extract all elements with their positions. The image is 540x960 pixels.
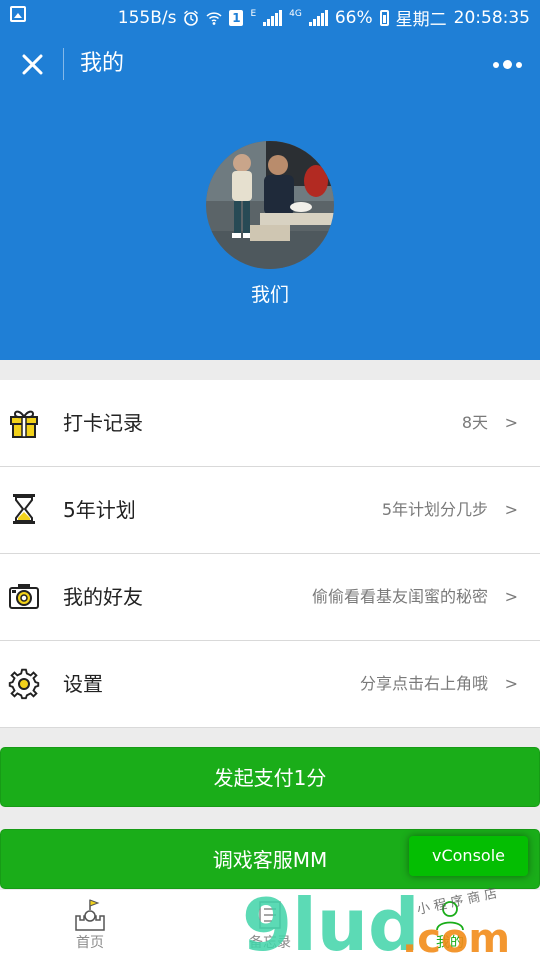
chevron-right-icon: >: [504, 587, 518, 606]
vconsole-button[interactable]: vConsole: [409, 836, 528, 876]
camera-icon: [9, 584, 39, 609]
menu-item-detail: 分享点击右上角哦: [359, 674, 488, 693]
signal-icon: [263, 9, 283, 26]
title-bar: 我的: [0, 32, 540, 96]
wifi-hotspot-icon: [206, 11, 222, 25]
tab-home[interactable]: 首页: [0, 890, 180, 960]
more-options-icon[interactable]: [493, 60, 522, 69]
tab-label: 备忘录: [249, 935, 291, 951]
tab-mine[interactable]: 我的: [360, 890, 540, 960]
menu-item-label: 打卡记录: [63, 411, 143, 435]
gallery-icon: [10, 6, 26, 22]
gear-icon: [8, 668, 40, 700]
memo-icon: [259, 901, 281, 929]
menu-item-label: 5年计划: [63, 498, 136, 522]
battery-icon: [379, 9, 389, 26]
profile-icon: [436, 901, 464, 931]
menu-list: 打卡记录 8天 > 5年计划 5年计划分几步 > 我的好友 偷偷看看基友闺蜜的秘…: [0, 380, 540, 728]
status-bar: 155B/s 1 E 4G 66% 星期二 20:58:35: [0, 0, 540, 32]
castle-flag-icon: [75, 899, 105, 931]
tab-label: 我的: [436, 935, 464, 951]
sim-badge: 1: [229, 9, 244, 26]
menu-item-detail: 8天: [461, 413, 488, 432]
menu-item-friends[interactable]: 我的好友 偷偷看看基友闺蜜的秘密 >: [0, 554, 540, 641]
clock: 20:58:35: [453, 7, 530, 28]
profile-header: 我们: [0, 96, 540, 360]
menu-item-settings[interactable]: 设置 分享点击右上角哦 >: [0, 641, 540, 728]
menu-item-detail: 偷偷看看基友闺蜜的秘密: [311, 587, 488, 606]
title-divider: [63, 48, 64, 80]
weekday: 星期二: [395, 10, 447, 30]
nickname: 我们: [250, 284, 289, 306]
chevron-right-icon: >: [504, 413, 518, 432]
menu-item-checkin[interactable]: 打卡记录 8天 >: [0, 380, 540, 467]
hourglass-icon: [13, 494, 35, 524]
pay-button[interactable]: 发起支付1分: [0, 747, 540, 807]
avatar[interactable]: [206, 141, 334, 269]
menu-item-label: 设置: [63, 672, 103, 696]
menu-item-label: 我的好友: [63, 585, 143, 609]
signal-icon-2: [308, 9, 328, 26]
page-title: 我的: [80, 51, 125, 76]
battery-percent: 66%: [334, 7, 373, 28]
gift-icon: [10, 410, 38, 438]
chevron-right-icon: >: [504, 674, 518, 693]
tab-memo[interactable]: 备忘录: [180, 890, 360, 960]
tab-bar: 首页 备忘录 我的: [0, 890, 540, 960]
network-type-4g: 4G: [289, 8, 302, 19]
close-icon[interactable]: [20, 52, 44, 76]
chevron-right-icon: >: [504, 500, 518, 519]
menu-item-5year-plan[interactable]: 5年计划 5年计划分几步 >: [0, 467, 540, 554]
menu-item-detail: 5年计划分几步: [381, 500, 488, 519]
status-indicators: 155B/s 1 E 4G 66% 星期二 20:58:35: [117, 5, 530, 31]
network-type-e: E: [250, 8, 257, 19]
network-speed: 155B/s: [117, 7, 177, 28]
tab-label: 首页: [76, 935, 104, 951]
alarm-icon: [184, 9, 199, 26]
